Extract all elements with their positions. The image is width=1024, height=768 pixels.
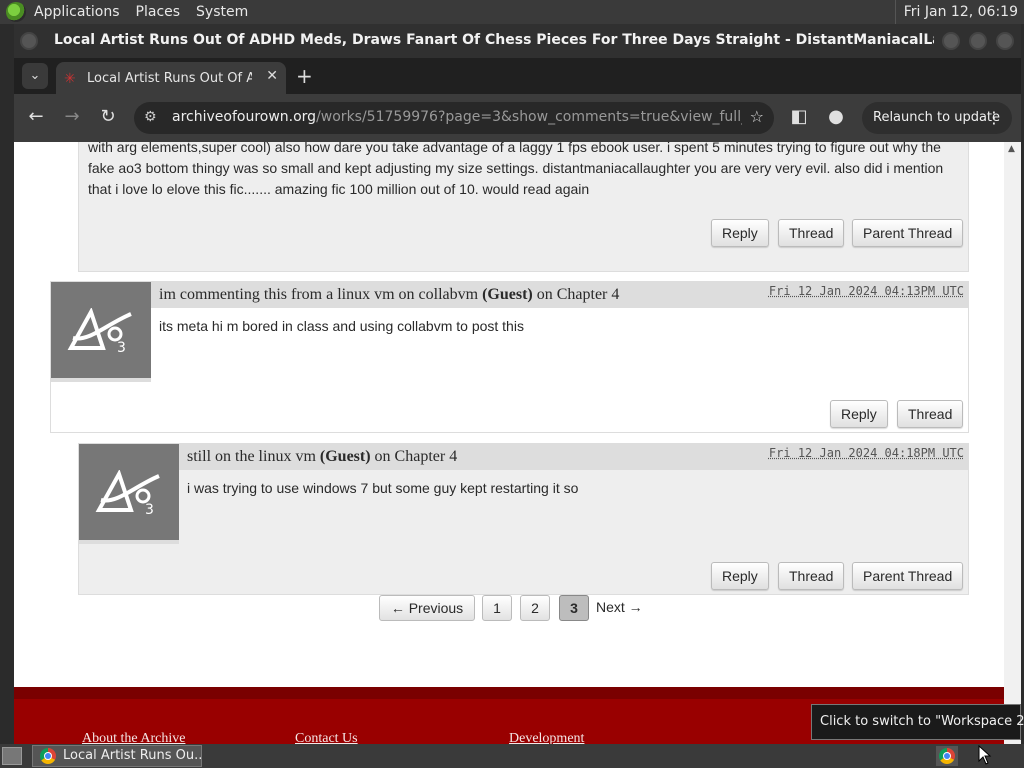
- chapter-link[interactable]: on Chapter 4: [375, 448, 458, 465]
- guest-tag: (Guest): [482, 286, 533, 303]
- window-title: Local Artist Runs Out Of ADHD Meds, Draw…: [54, 32, 934, 48]
- thread-button[interactable]: Thread: [778, 562, 845, 590]
- forward-icon[interactable]: →: [60, 106, 84, 127]
- workspace-switcher[interactable]: [936, 746, 958, 766]
- reply-button[interactable]: Reply: [711, 219, 769, 247]
- address-bar[interactable]: ⚙ archiveofourown.org/works/51759976?pag…: [134, 102, 774, 134]
- chapter-link[interactable]: on Chapter 4: [537, 286, 620, 303]
- comment-body: i was trying to use windows 7 but some g…: [187, 480, 579, 496]
- back-icon[interactable]: ←: [24, 106, 48, 127]
- system-menu[interactable]: System: [188, 0, 256, 24]
- relaunch-button[interactable]: Relaunch to update ⋮: [862, 102, 1012, 134]
- comment-author: im commenting this from a linux vm on co…: [159, 286, 479, 303]
- scroll-up-icon[interactable]: ▲: [1008, 144, 1015, 154]
- profile-icon[interactable]: ●: [824, 106, 848, 127]
- page-1-button[interactable]: 1: [482, 595, 512, 621]
- minimize-icon[interactable]: [942, 32, 960, 50]
- comment-date: Fri 12 Jan 2024 04:13PM UTC: [768, 284, 964, 298]
- tab-title: Local Artist Runs Out Of ADHD Meds, Draw…: [87, 71, 252, 86]
- page-2-button[interactable]: 2: [520, 595, 550, 621]
- comment: 3 still on the linux vm (Guest) on Chapt…: [78, 443, 969, 595]
- window-titlebar[interactable]: Local Artist Runs Out Of ADHD Meds, Draw…: [14, 24, 1021, 58]
- comment-line: that i love lo elove this fic....... ama…: [88, 181, 590, 197]
- chrome-icon: [40, 748, 56, 764]
- tab-search-icon[interactable]: ⌄: [22, 63, 48, 89]
- footer-development-link[interactable]: Development: [509, 731, 584, 744]
- task-label: Local Artist Runs Ou...: [63, 748, 202, 763]
- ao3-guest-logo-icon: 3: [95, 470, 160, 516]
- previous-page-button[interactable]: ← Previous: [379, 595, 475, 621]
- mouse-cursor-icon: [978, 745, 992, 765]
- top-panel: Applications Places System Fri Jan 12, 0…: [0, 0, 1024, 24]
- thread-button[interactable]: Thread: [897, 400, 964, 428]
- new-tab-icon[interactable]: +: [296, 64, 313, 88]
- distro-logo-icon[interactable]: [6, 2, 26, 22]
- applications-menu[interactable]: Applications: [26, 0, 128, 24]
- page-3-current: 3: [559, 595, 589, 621]
- window-menu-icon[interactable]: [20, 32, 38, 50]
- site-info-icon[interactable]: ⚙: [144, 109, 157, 125]
- comment-byline: im commenting this from a linux vm on co…: [151, 282, 968, 308]
- url-text[interactable]: archiveofourown.org/works/51759976?page=…: [172, 109, 742, 125]
- svg-text:3: 3: [145, 502, 154, 516]
- avatar[interactable]: 3: [51, 282, 151, 382]
- comment-line: with arg elements,super cool) also how d…: [88, 142, 941, 155]
- places-menu[interactable]: Places: [128, 0, 189, 24]
- page-viewport: with arg elements,super cool) also how d…: [14, 142, 1004, 744]
- guest-tag: (Guest): [319, 448, 371, 465]
- reload-icon[interactable]: ↻: [96, 106, 120, 127]
- ao3-guest-logo-icon: 3: [67, 308, 132, 354]
- bookmark-star-icon[interactable]: ☆: [750, 107, 764, 126]
- comment: 3 im commenting this from a linux vm on …: [50, 281, 969, 433]
- page-scrollbar[interactable]: ▲ ▼: [1004, 142, 1021, 744]
- reply-button[interactable]: Reply: [830, 400, 888, 428]
- comment-byline: still on the linux vm (Guest) on Chapter…: [179, 444, 968, 470]
- parent-thread-button[interactable]: Parent Thread: [852, 562, 964, 590]
- chrome-icon: [939, 748, 955, 764]
- comment-body: its meta hi m bored in class and using c…: [159, 318, 524, 334]
- comment-author: still on the linux vm: [187, 448, 316, 465]
- more-menu-icon[interactable]: ⋮: [986, 102, 1002, 134]
- tab-close-icon[interactable]: ✕: [266, 68, 278, 84]
- footer-about-link[interactable]: About the Archive: [82, 731, 185, 744]
- show-desktop-icon[interactable]: [2, 747, 22, 765]
- svg-text:3: 3: [117, 340, 126, 354]
- parent-thread-button[interactable]: Parent Thread: [852, 219, 964, 247]
- maximize-icon[interactable]: [969, 32, 987, 50]
- browser-window: Local Artist Runs Out Of ADHD Meds, Draw…: [14, 24, 1021, 744]
- tab-strip: ⌄ ✳ Local Artist Runs Out Of ADHD Meds, …: [14, 58, 1021, 94]
- browser-toolbar: ← → ↻ ⚙ archiveofourown.org/works/517599…: [14, 94, 1021, 142]
- thread-button[interactable]: Thread: [778, 219, 845, 247]
- panel-clock[interactable]: Fri Jan 12, 06:19: [894, 0, 1018, 24]
- avatar[interactable]: 3: [79, 444, 179, 544]
- ao3-favicon-icon: ✳: [64, 71, 76, 87]
- close-window-icon[interactable]: [996, 32, 1014, 50]
- relaunch-label: Relaunch to update: [873, 110, 1001, 125]
- next-page-link[interactable]: Next →: [596, 595, 643, 619]
- side-panel-icon[interactable]: ◧: [787, 106, 811, 127]
- comment-line: fake ao3 bottom thingy was so small and …: [88, 160, 944, 176]
- reply-button[interactable]: Reply: [711, 562, 769, 590]
- bottom-panel: Local Artist Runs Ou...: [0, 744, 1024, 768]
- comment-parent: with arg elements,super cool) also how d…: [78, 142, 969, 272]
- workspace-tooltip: Click to switch to "Workspace 2": [811, 704, 1024, 740]
- footer-contact-link[interactable]: Contact Us: [295, 731, 358, 744]
- comment-date: Fri 12 Jan 2024 04:18PM UTC: [768, 446, 964, 460]
- tab-active[interactable]: ✳ Local Artist Runs Out Of ADHD Meds, Dr…: [56, 62, 286, 94]
- taskbar-window-button[interactable]: Local Artist Runs Ou...: [32, 745, 202, 767]
